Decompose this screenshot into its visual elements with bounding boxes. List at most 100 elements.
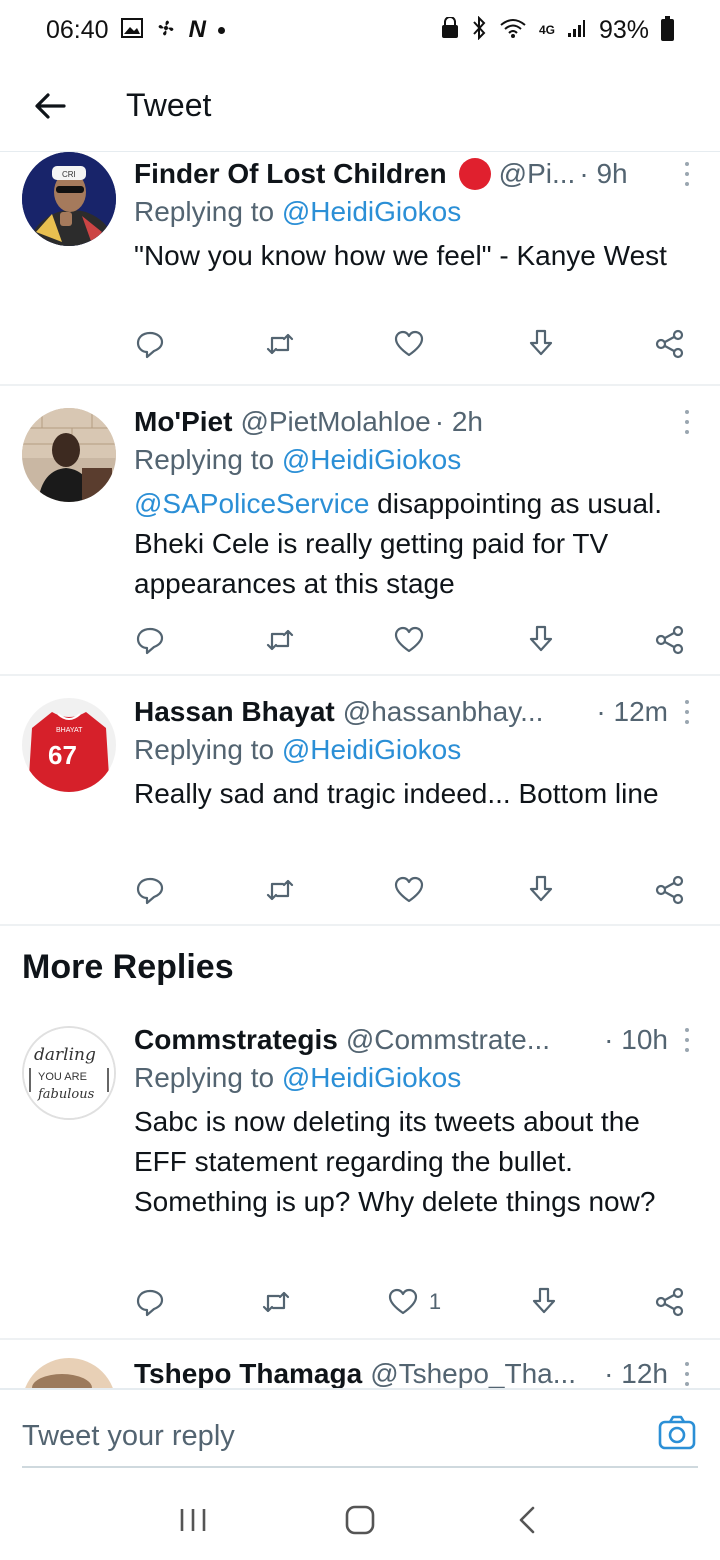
replying-to: Replying to @HeidiGiokos [134, 196, 698, 228]
netflix-n-icon: N [188, 16, 206, 43]
retweet-button[interactable] [264, 328, 304, 360]
author-handle[interactable]: @PietMolahloe [240, 406, 430, 438]
tweet-actions [134, 324, 694, 364]
tweet[interactable]: Tshepo Thamaga @Tshepo_Tha... · 12h [0, 1340, 720, 1388]
reply-button[interactable] [134, 624, 174, 656]
gallery-icon [120, 18, 143, 42]
tweet-time: · 10h [604, 1024, 668, 1055]
download-arrow-icon [529, 625, 552, 652]
author-name[interactable]: Hassan Bhayat [134, 696, 335, 728]
reply-input[interactable] [22, 1414, 622, 1458]
tweet-time: · 2h [434, 406, 483, 437]
home-button[interactable] [330, 1490, 390, 1550]
status-bar-left: 06:40 N [46, 16, 225, 45]
tweet-actions: 1 [134, 1282, 694, 1322]
bluetooth-icon [471, 15, 487, 44]
more-options-button[interactable] [676, 697, 698, 727]
more-options-button[interactable] [676, 159, 698, 189]
like-button[interactable] [393, 624, 435, 656]
bookmark-download-button[interactable] [525, 874, 565, 906]
tweet-time: · 12m [596, 696, 668, 727]
author-handle[interactable]: @hassanbhay... [343, 696, 544, 728]
avatar[interactable]: darling YOU ARE fabulous [22, 1026, 116, 1120]
author-name[interactable]: Mo'Piet [134, 406, 232, 438]
tweet-text: @SAPoliceService disappointing as usual.… [134, 484, 698, 604]
share-button[interactable] [654, 1286, 694, 1318]
page-title: Tweet [126, 87, 212, 123]
replying-to: Replying to @HeidiGiokos [134, 444, 698, 476]
comment-icon [136, 877, 164, 905]
camera-icon [658, 1415, 696, 1450]
reply-button[interactable] [134, 328, 174, 360]
tweet-body: Mo'Piet @PietMolahloe · 2h Replying to @… [134, 404, 698, 604]
avatar[interactable] [22, 408, 116, 502]
tweet-feed[interactable]: CRI Finder Of Lost Children @Pi... · 9h … [0, 152, 720, 1388]
retweet-button[interactable] [260, 1286, 300, 1318]
replying-to-handle[interactable]: @HeidiGiokos [282, 734, 461, 765]
tweet-actions [134, 870, 694, 910]
retweet-icon [263, 1291, 290, 1313]
avatar[interactable]: BHAYAT 67 [22, 698, 116, 792]
like-button[interactable]: 1 [387, 1286, 441, 1318]
reply-underline [22, 1466, 698, 1468]
home-icon [345, 1505, 375, 1535]
tweet-body: Finder Of Lost Children @Pi... · 9h Repl… [134, 156, 698, 276]
reply-button[interactable] [134, 1286, 174, 1318]
tweet-body: Commstrategis @Commstrate... · 10h Reply… [134, 1022, 698, 1222]
author-handle[interactable]: @Commstrate... [346, 1024, 550, 1056]
reply-button[interactable] [134, 874, 174, 906]
system-nav-bar [0, 1480, 720, 1560]
download-arrow-icon [529, 875, 552, 902]
tweet-actions [134, 620, 694, 660]
replying-to-handle[interactable]: @HeidiGiokos [282, 444, 461, 475]
share-icon [655, 875, 684, 905]
bookmark-download-button[interactable] [528, 1286, 568, 1318]
author-name[interactable]: Tshepo Thamaga [134, 1358, 362, 1388]
lock-icon [441, 16, 459, 43]
tweet[interactable]: CRI Finder Of Lost Children @Pi... · 9h … [0, 152, 720, 386]
avatar-line-3: fabulous [37, 1087, 95, 1102]
tweet-body: Hassan Bhayat @hassanbhay... · 12m Reply… [134, 694, 698, 814]
author-name[interactable]: Finder Of Lost Children [134, 158, 447, 190]
author-name[interactable]: Commstrategis [134, 1024, 338, 1056]
like-button[interactable] [393, 328, 435, 360]
text-mention[interactable]: @SAPoliceService [134, 488, 369, 519]
back-button[interactable] [20, 76, 80, 136]
more-options-button[interactable] [676, 407, 698, 437]
share-icon [655, 1287, 684, 1317]
avatar[interactable]: CRI [22, 152, 116, 246]
replying-to-handle[interactable]: @HeidiGiokos [282, 1062, 461, 1093]
retweet-button[interactable] [264, 874, 304, 906]
status-bar: 06:40 N 4G 93% [0, 0, 720, 60]
camera-button[interactable] [656, 1412, 698, 1454]
retweet-icon [266, 629, 293, 651]
more-options-button[interactable] [676, 1025, 698, 1055]
recent-apps-button[interactable] [163, 1490, 223, 1550]
bookmark-download-button[interactable] [525, 624, 565, 656]
share-button[interactable] [654, 328, 694, 360]
share-button[interactable] [654, 624, 694, 656]
share-icon [655, 625, 684, 655]
retweet-button[interactable] [264, 624, 304, 656]
more-options-button[interactable] [676, 1359, 698, 1388]
back-nav-button[interactable] [497, 1490, 557, 1550]
tweet-body: Tshepo Thamaga @Tshepo_Tha... · 12h [134, 1356, 698, 1388]
replying-prefix: Replying to [134, 734, 282, 765]
section-title: More Replies [22, 948, 234, 986]
replying-prefix: Replying to [134, 1062, 282, 1093]
replying-to: Replying to @HeidiGiokos [134, 1062, 698, 1094]
author-handle[interactable]: @Pi... [499, 158, 576, 190]
replying-to-handle[interactable]: @HeidiGiokos [282, 196, 461, 227]
notification-dot-icon [217, 26, 225, 34]
like-button[interactable] [393, 874, 435, 906]
download-arrow-icon [532, 1287, 555, 1314]
share-button[interactable] [654, 874, 694, 906]
red-circle-badge-icon [458, 158, 491, 190]
arrow-left-icon [35, 92, 66, 119]
comment-icon [136, 331, 164, 359]
author-handle[interactable]: @Tshepo_Tha... [370, 1358, 576, 1388]
heart-icon [388, 1288, 417, 1315]
status-bar-right: 4G 93% [441, 16, 674, 45]
avatar[interactable] [22, 1358, 116, 1388]
bookmark-download-button[interactable] [525, 328, 565, 360]
